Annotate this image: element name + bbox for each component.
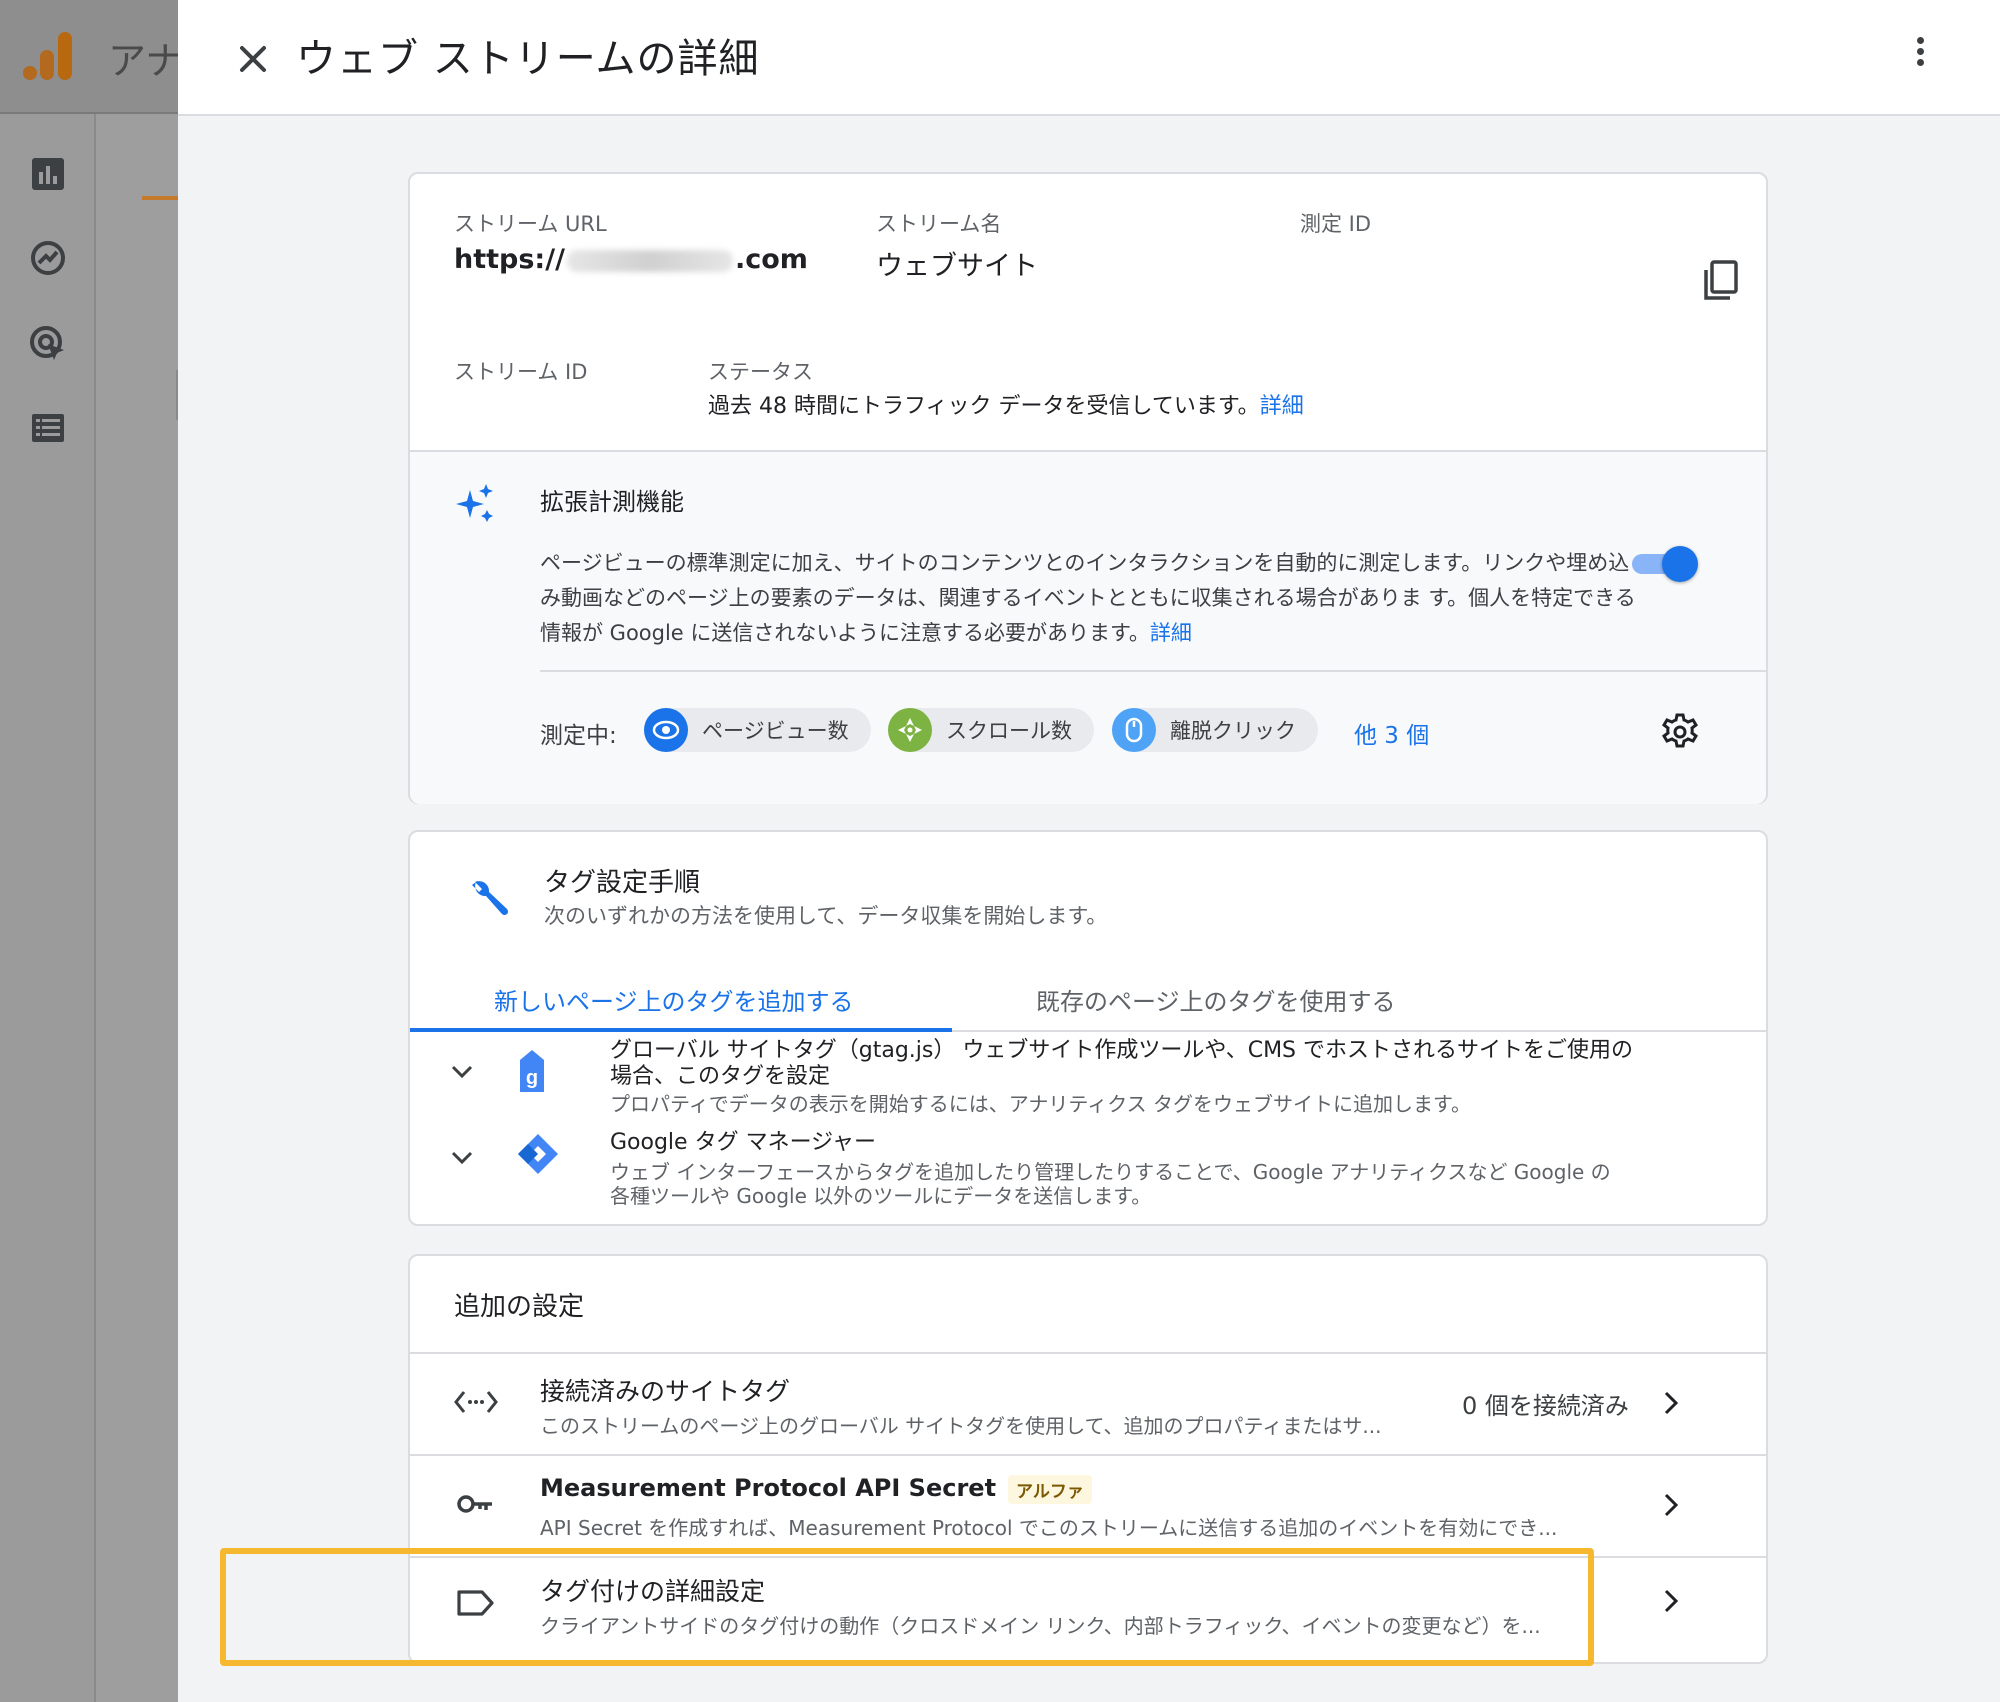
sparkle-icon xyxy=(456,484,493,522)
stream-name-label: ストリーム名 xyxy=(876,212,1002,236)
gtag-icon: g xyxy=(520,1050,544,1092)
stream-info-card: ストリーム URL https:// .com ストリーム名 ウェブサイト 測定 … xyxy=(408,172,1768,804)
measurement-protocol-row[interactable]: Measurement Protocol API Secret アルファ API … xyxy=(410,1454,1766,1554)
status-text: 過去 48 時間にトラフィック データを受信しています。詳細 xyxy=(708,388,1304,420)
status-label: ステータス xyxy=(708,360,813,384)
stream-url-prefix: https:// xyxy=(454,244,565,275)
stream-url-suffix: .com xyxy=(734,244,808,275)
enhanced-measurement-toggle[interactable] xyxy=(1628,544,1698,584)
explore-icon xyxy=(31,241,65,275)
stream-name-value: ウェブサイト xyxy=(876,251,1038,282)
alpha-badge: アルファ xyxy=(1008,1474,1092,1504)
copy-icon[interactable] xyxy=(1700,258,1742,304)
status-message: 過去 48 時間にトラフィック データを受信しています。 xyxy=(708,394,1260,419)
gear-icon[interactable] xyxy=(1660,712,1700,752)
connected-count: 0 個を接続済み xyxy=(1462,1392,1629,1420)
gtm-row[interactable]: Google タグ マネージャー ウェブ インターフェースからタグを追加したり管… xyxy=(410,1124,1766,1220)
configure-list-icon xyxy=(32,414,64,442)
chip-label: ページビュー数 xyxy=(702,719,849,743)
enhanced-measurement-title: 拡張計測機能 xyxy=(540,488,684,516)
chevron-down-icon[interactable] xyxy=(448,1148,476,1168)
advertising-icon xyxy=(30,326,64,360)
eye-icon xyxy=(644,708,688,752)
connected-site-tags-title: 接続済みのサイトタグ xyxy=(540,1377,791,1406)
close-icon[interactable] xyxy=(228,34,278,84)
enhanced-measurement-description: ページビューの標準測定に加え、サイトのコンテンツとのインタラクションを自動的に測… xyxy=(540,546,1640,651)
tag-method-tabs: 新しいページ上のタグを追加する 既存のページ上のタグを使用する xyxy=(410,958,1766,1032)
reports-icon xyxy=(32,158,64,190)
chip-page-views[interactable]: ページビュー数 xyxy=(644,708,871,752)
status-details-link[interactable]: 詳細 xyxy=(1260,394,1304,419)
mouse-icon xyxy=(1112,708,1156,752)
more-events-link[interactable]: 他 3 個 xyxy=(1354,716,1429,750)
background-header: アナ xyxy=(0,0,180,114)
chevron-down-icon[interactable] xyxy=(448,1062,476,1082)
measuring-label: 測定中: xyxy=(540,723,617,749)
enhanced-details-link[interactable]: 詳細 xyxy=(1150,621,1192,645)
key-icon xyxy=(457,1495,492,1513)
tag-setup-card: タグ設定手順 次のいずれかの方法を使用して、データ収集を開始します。 新しいペー… xyxy=(408,830,1768,1226)
measurement-protocol-title: Measurement Protocol API Secret アルファ xyxy=(540,1474,1092,1504)
tab-add-new-tag[interactable]: 新しいページ上のタグを追加する xyxy=(494,982,854,1017)
analytics-logo-icon xyxy=(23,32,72,80)
highlight-outline xyxy=(220,1548,1594,1666)
wrench-icon xyxy=(472,881,509,916)
gtm-title: Google タグ マネージャー xyxy=(610,1130,877,1155)
measurement-id-label: 測定 ID xyxy=(1300,212,1372,236)
stream-url-value[interactable]: https:// .com xyxy=(454,244,808,275)
stream-id-label: ストリーム ID xyxy=(454,360,588,384)
chevron-right-icon[interactable] xyxy=(1656,1388,1686,1418)
connected-site-tags-row[interactable]: 接続済みのサイトタグ このストリームのページ上のグローバル サイトタグを使用して… xyxy=(410,1352,1766,1452)
chevron-right-icon[interactable] xyxy=(1656,1490,1686,1520)
gtag-row[interactable]: g グローバル サイトタグ（gtag.js） ウェブサイト作成ツールや、CMS … xyxy=(410,1032,1766,1120)
gtag-subtitle: プロパティでデータの表示を開始するには、アナリティクス タグをウェブサイトに追加… xyxy=(610,1092,1471,1116)
additional-settings-title: 追加の設定 xyxy=(454,1292,585,1322)
gtm-subtitle-line2: 各種ツールや Google 以外のツールにデータを送信します。 xyxy=(610,1184,1152,1208)
chip-scrolls[interactable]: スクロール数 xyxy=(888,708,1094,752)
svg-text:g: g xyxy=(526,1067,538,1089)
panel-title: ウェブ ストリームの詳細 xyxy=(296,36,760,82)
measurement-protocol-title-text: Measurement Protocol API Secret xyxy=(540,1474,997,1502)
compass-icon xyxy=(888,708,932,752)
tag-setup-subtitle: 次のいずれかの方法を使用して、データ収集を開始します。 xyxy=(544,904,1108,928)
web-stream-details-panel: ウェブ ストリームの詳細 ストリーム URL https:// .com ストリー… xyxy=(178,0,2000,1702)
tag-setup-title: タグ設定手順 xyxy=(544,868,701,898)
more-options-icon[interactable] xyxy=(1910,34,1930,74)
redacted-domain xyxy=(566,249,733,272)
background-app-title: アナ xyxy=(108,39,180,83)
background-tab-indicator xyxy=(142,196,180,200)
tag-manager-icon xyxy=(518,1134,558,1174)
gtag-title-line2: 場合、このタグを設定 xyxy=(610,1064,831,1089)
tab-use-existing-tag[interactable]: 既存のページ上のタグを使用する xyxy=(1036,982,1396,1017)
chip-label: スクロール数 xyxy=(946,719,1072,743)
measurement-protocol-subtitle: API Secret を作成すれば、Measurement Protocol で… xyxy=(540,1516,1558,1540)
chip-label: 離脱クリック xyxy=(1170,719,1296,743)
stream-url-label: ストリーム URL xyxy=(454,212,607,236)
enhanced-measurement-section: 拡張計測機能 ページビューの標準測定に加え、サイトのコンテンツとのインタラクショ… xyxy=(410,450,1766,804)
section-divider xyxy=(540,670,1766,672)
connected-site-tags-subtitle: このストリームのページ上のグローバル サイトタグを使用して、追加のプロパティまた… xyxy=(540,1414,1382,1438)
chip-outbound-clicks[interactable]: 離脱クリック xyxy=(1112,708,1318,752)
enhanced-description-text: ページビューの標準測定に加え、サイトのコンテンツとのインタラクションを自動的に測… xyxy=(540,551,1636,645)
chevron-right-icon[interactable] xyxy=(1656,1586,1686,1616)
code-icon xyxy=(454,1391,498,1413)
panel-header: ウェブ ストリームの詳細 xyxy=(178,0,2000,116)
background-nav-rail xyxy=(0,114,96,1702)
